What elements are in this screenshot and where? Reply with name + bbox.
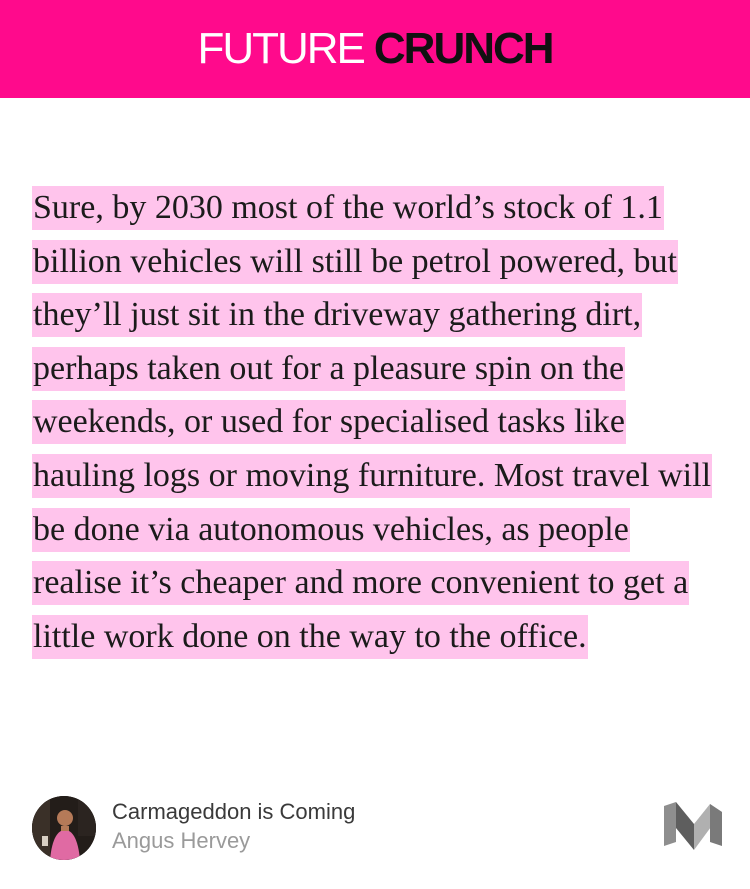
brand-logo: FUTURE CRUNCH	[197, 24, 555, 73]
article-author[interactable]: Angus Hervey	[112, 828, 250, 854]
quote-text: Sure, by 2030 most of the world’s stock …	[32, 186, 713, 659]
brand-header: FUTURE CRUNCH	[0, 0, 750, 98]
medium-logo-icon[interactable]	[664, 802, 722, 850]
quote-card: FUTURE CRUNCH Sure, by 2030 most of the w…	[0, 0, 750, 889]
brand-second-word: CRUNCH	[373, 24, 555, 73]
brand-first-word: FUTURE	[197, 24, 365, 73]
avatar-image-icon	[32, 796, 96, 860]
article-title[interactable]: Carmageddon is Coming	[112, 799, 355, 825]
highlighted-quote: Sure, by 2030 most of the world’s stock …	[32, 181, 722, 663]
author-avatar	[32, 796, 96, 860]
article-footer[interactable]: Carmageddon is Coming Angus Hervey	[32, 796, 722, 860]
